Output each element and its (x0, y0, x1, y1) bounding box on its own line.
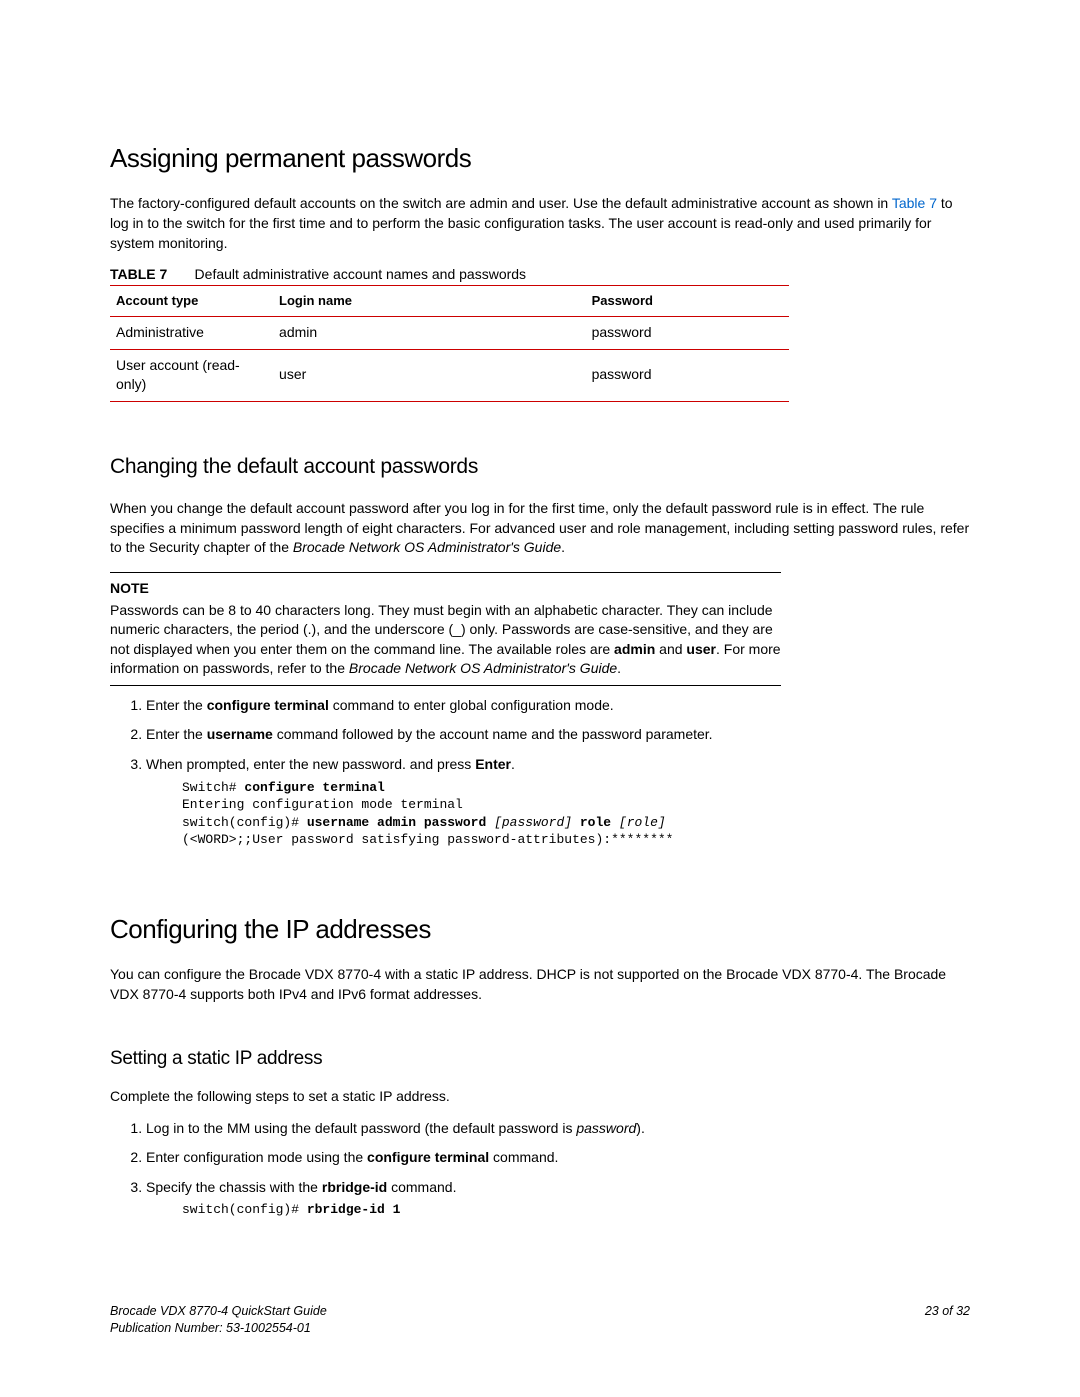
note-box: NOTE Passwords can be 8 to 40 characters… (110, 572, 781, 686)
cmd: configure terminal (207, 697, 329, 713)
text: When prompted, enter the new password. a… (146, 756, 475, 772)
col-password: Password (586, 285, 790, 316)
doc-title: Brocade Network OS Administrator's Guide (293, 539, 561, 555)
table-7: TABLE 7 Default administrative account n… (110, 265, 970, 402)
heading-static-ip: Setting a static IP address (110, 1046, 970, 1073)
steps-change-password: Enter the configure terminal command to … (110, 696, 970, 849)
code-block: switch(config)# rbridge-id 1 (182, 1201, 970, 1219)
page: Assigning permanent passwords The factor… (0, 0, 1080, 1397)
text: Enter the (146, 726, 207, 742)
cell: password (586, 349, 790, 401)
list-item: Specify the chassis with the rbridge-id … (146, 1178, 970, 1219)
footer-left: Brocade VDX 8770-4 QuickStart Guide Publ… (110, 1303, 327, 1337)
key: Enter (475, 756, 511, 772)
paragraph: You can configure the Brocade VDX 8770-4… (110, 965, 970, 1004)
paragraph: When you change the default account pass… (110, 499, 970, 558)
note-label: NOTE (110, 579, 781, 599)
code-line: switch(config)# username admin password … (182, 815, 666, 830)
text: . (561, 539, 565, 555)
text: Specify the chassis with the (146, 1179, 322, 1195)
role-user: user (686, 641, 716, 657)
heading-changing-passwords: Changing the default account passwords (110, 452, 970, 481)
table-label: TABLE 7 (110, 266, 167, 282)
note-body: Passwords can be 8 to 40 characters long… (110, 601, 781, 679)
cell: admin (273, 316, 586, 349)
code-line: Entering configuration mode terminal (182, 797, 463, 812)
list-item: When prompted, enter the new password. a… (146, 755, 970, 849)
text: command to enter global configuration mo… (329, 697, 614, 713)
role-admin: admin (614, 641, 655, 657)
footer-publication: Publication Number: 53-1002554-01 (110, 1320, 327, 1337)
heading-assigning-passwords: Assigning permanent passwords (110, 140, 970, 176)
list-item: Log in to the MM using the default passw… (146, 1119, 970, 1139)
heading-configuring-ip: Configuring the IP addresses (110, 911, 970, 947)
table-caption: Default administrative account names and… (195, 266, 527, 282)
cmd: username (207, 726, 273, 742)
text: command. (489, 1149, 558, 1165)
doc-title: Brocade Network OS Administrator's Guide (349, 660, 617, 676)
accounts-table: Account type Login name Password Adminis… (110, 285, 789, 402)
table-caption-row: TABLE 7 Default administrative account n… (110, 265, 970, 285)
table-row: User account (read-only) user password (110, 349, 789, 401)
code-block: Switch# configure terminal Entering conf… (182, 779, 970, 849)
cell: Administrative (110, 316, 273, 349)
code-line: Switch# configure terminal (182, 780, 385, 795)
table-row: Administrative admin password (110, 316, 789, 349)
cell: user (273, 349, 586, 401)
footer-title: Brocade VDX 8770-4 QuickStart Guide (110, 1303, 327, 1320)
text: . (511, 756, 515, 772)
paragraph: Complete the following steps to set a st… (110, 1087, 970, 1107)
text: The factory-configured default accounts … (110, 195, 892, 211)
text: . (617, 660, 621, 676)
steps-static-ip: Log in to the MM using the default passw… (110, 1119, 970, 1219)
text: and (655, 641, 686, 657)
intro-paragraph: The factory-configured default accounts … (110, 194, 970, 253)
table-header-row: Account type Login name Password (110, 285, 789, 316)
text: ). (636, 1120, 645, 1136)
cell: User account (read-only) (110, 349, 273, 401)
table-7-link[interactable]: Table 7 (892, 195, 937, 211)
default-password: password (576, 1120, 636, 1136)
cmd: configure terminal (367, 1149, 489, 1165)
text: command followed by the account name and… (273, 726, 713, 742)
col-account-type: Account type (110, 285, 273, 316)
cell: password (586, 316, 790, 349)
text: Enter the (146, 697, 207, 713)
list-item: Enter the username command followed by t… (146, 725, 970, 745)
cmd: rbridge-id (322, 1179, 387, 1195)
text: command. (387, 1179, 456, 1195)
list-item: Enter configuration mode using the confi… (146, 1148, 970, 1168)
col-login-name: Login name (273, 285, 586, 316)
text: Enter configuration mode using the (146, 1149, 367, 1165)
page-footer: Brocade VDX 8770-4 QuickStart Guide Publ… (110, 1303, 970, 1337)
code-line: (<WORD>;;User password satisfying passwo… (182, 832, 673, 847)
list-item: Enter the configure terminal command to … (146, 696, 970, 716)
code-line: switch(config)# rbridge-id 1 (182, 1202, 400, 1217)
footer-page-number: 23 of 32 (925, 1303, 970, 1337)
text: Log in to the MM using the default passw… (146, 1120, 576, 1136)
